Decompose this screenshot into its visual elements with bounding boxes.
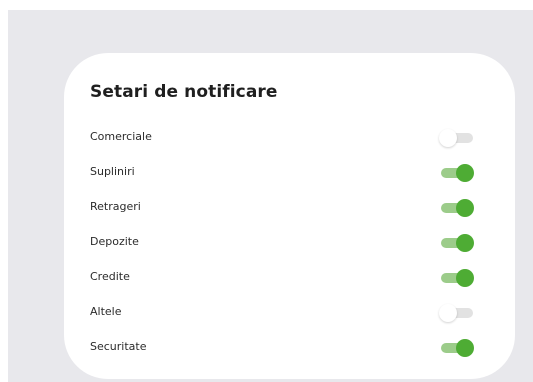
depozite-toggle[interactable]: [441, 234, 475, 252]
toggle-knob: [439, 304, 457, 322]
setting-row-securitate: Securitate: [90, 338, 475, 358]
toggle-knob: [456, 269, 474, 287]
page-background: Setari de notificare Comerciale Suplinir…: [8, 10, 533, 382]
altele-toggle[interactable]: [439, 304, 475, 322]
toggle-knob: [439, 129, 457, 147]
securitate-toggle[interactable]: [441, 339, 475, 357]
comerciale-toggle[interactable]: [439, 129, 475, 147]
setting-label: Supliniri: [90, 165, 135, 178]
setting-row-altele: Altele: [90, 303, 475, 323]
setting-label: Securitate: [90, 340, 147, 353]
setting-label: Retrageri: [90, 200, 141, 213]
toggle-knob: [456, 339, 474, 357]
supliniri-toggle[interactable]: [441, 164, 475, 182]
setting-row-credite: Credite: [90, 268, 475, 288]
card-title: Setari de notificare: [90, 82, 278, 102]
setting-label: Depozite: [90, 235, 139, 248]
toggle-knob: [456, 199, 474, 217]
setting-row-retrageri: Retrageri: [90, 198, 475, 218]
setting-label: Comerciale: [90, 130, 152, 143]
setting-label: Credite: [90, 270, 130, 283]
setting-row-comerciale: Comerciale: [90, 128, 475, 148]
setting-row-supliniri: Supliniri: [90, 163, 475, 183]
retrageri-toggle[interactable]: [441, 199, 475, 217]
setting-label: Altele: [90, 305, 122, 318]
setting-row-depozite: Depozite: [90, 233, 475, 253]
toggle-knob: [456, 164, 474, 182]
credite-toggle[interactable]: [441, 269, 475, 287]
notification-settings-card: Setari de notificare Comerciale Suplinir…: [64, 53, 515, 379]
toggle-knob: [456, 234, 474, 252]
